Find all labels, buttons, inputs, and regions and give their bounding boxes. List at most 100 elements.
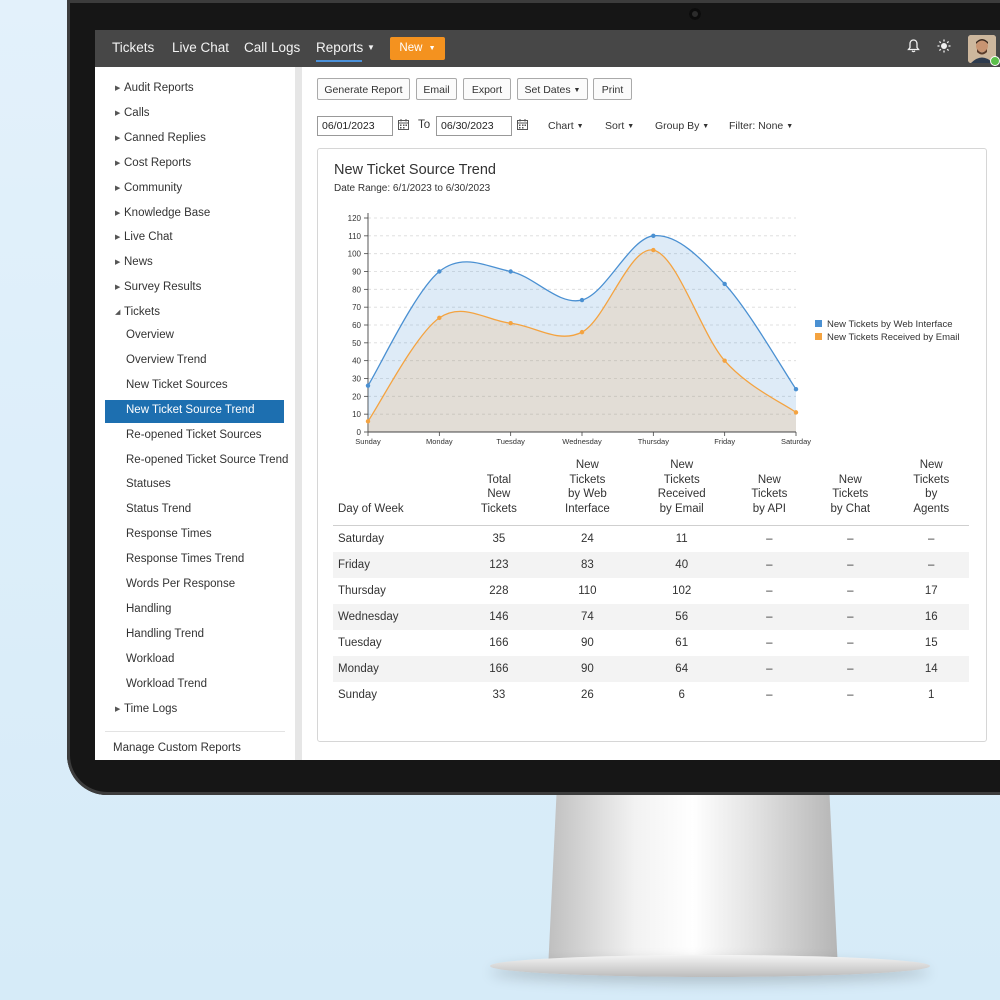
sidebar-group-survey-results[interactable]: ▶ Survey Results: [115, 281, 201, 293]
value-cell: 33: [492, 688, 506, 701]
filter-dropdown-label: Filter: None: [729, 120, 784, 132]
value-cell: 15: [924, 636, 938, 649]
group-by-dropdown[interactable]: Group By ▼: [655, 120, 709, 132]
column-header[interactable]: New Tickets by Agents: [893, 456, 969, 526]
to-label: To: [418, 119, 431, 131]
data-point: [437, 315, 442, 321]
sidebar-scrollbar[interactable]: [295, 67, 302, 760]
column-header[interactable]: New Tickets by Chat: [807, 456, 894, 526]
sun-icon[interactable]: [937, 39, 951, 57]
value-cell: 166: [489, 636, 509, 649]
report-table: Day of Week Total New Tickets New Ticket…: [333, 456, 969, 708]
calendar-icon[interactable]: [517, 119, 528, 133]
legend-label: New Tickets Received by Email: [827, 332, 960, 343]
column-header[interactable]: New Tickets Received by Email: [631, 456, 732, 526]
sidebar-item-response-times[interactable]: Response Times: [126, 528, 212, 540]
x-tick-label: Tuesday: [496, 437, 525, 446]
sidebar-group-cost-reports[interactable]: ▶ Cost Reports: [115, 157, 191, 169]
sidebar-item-response-times-trend[interactable]: Response Times Trend: [126, 553, 244, 565]
sidebar-group-time-logs[interactable]: ▶ Time Logs: [115, 703, 177, 715]
triangle-right-icon: ▶: [115, 284, 121, 292]
day-cell: Saturday: [338, 532, 385, 545]
data-point: [579, 329, 585, 335]
header-text: New Tickets by Chat: [830, 473, 871, 516]
value-cell: 11: [675, 532, 688, 545]
new-button[interactable]: New ▼: [390, 37, 445, 60]
triangle-right-icon: ▶: [115, 209, 121, 217]
value-cell: –: [847, 688, 854, 701]
y-tick-label: 80: [352, 285, 361, 294]
sidebar-item-handling[interactable]: Handling: [126, 603, 171, 615]
email-button[interactable]: Email: [416, 78, 457, 100]
sidebar-group-live-chat[interactable]: ▶ Live Chat: [115, 231, 173, 243]
sidebar-item-new-ticket-source-trend[interactable]: New Ticket Source Trend: [126, 404, 254, 416]
data-point: [365, 383, 371, 388]
triangle-right-icon: ▶: [115, 159, 121, 167]
data-point: [437, 269, 442, 274]
y-tick-label: 110: [348, 232, 361, 241]
print-button[interactable]: Print: [593, 78, 632, 100]
sidebar-item-words-per-response[interactable]: Words Per Response: [126, 578, 235, 590]
sidebar-item-status-trend[interactable]: Status Trend: [126, 503, 191, 515]
y-tick-label: 120: [348, 214, 362, 223]
value-cell: –: [847, 584, 854, 597]
set-dates-button[interactable]: Set Dates ▼: [517, 78, 588, 100]
triangle-right-icon: ▶: [115, 134, 121, 142]
bell-icon[interactable]: [907, 39, 920, 57]
from-date-input[interactable]: [317, 116, 393, 136]
column-header[interactable]: New Tickets by API: [731, 456, 808, 526]
value-cell: 1: [928, 688, 935, 701]
export-button[interactable]: Export: [463, 78, 511, 100]
sidebar-group-canned-replies[interactable]: ▶ Canned Replies: [115, 132, 206, 144]
triangle-right-icon: ▶: [115, 706, 121, 713]
value-cell: 228: [489, 584, 509, 597]
nav-tickets[interactable]: Tickets: [112, 40, 154, 55]
nav-reports[interactable]: Reports ▼: [316, 40, 375, 55]
top-nav: Tickets Live Chat Call Logs Reports ▼ Ne…: [95, 30, 1000, 67]
sort-dropdown[interactable]: Sort ▼: [605, 120, 634, 132]
sidebar-item-statuses[interactable]: Statuses: [126, 478, 171, 490]
sidebar-item-workload[interactable]: Workload: [126, 653, 174, 665]
sidebar-group-knowledge-base[interactable]: ▶ Knowledge Base: [115, 207, 210, 219]
chart-dropdown[interactable]: Chart ▼: [548, 120, 584, 132]
sidebar-item-handling-trend[interactable]: Handling Trend: [126, 628, 204, 640]
day-cell: Thursday: [338, 584, 386, 597]
y-tick-label: 10: [352, 410, 361, 419]
generate-report-button[interactable]: Generate Report: [317, 78, 410, 100]
legend-item-email[interactable]: New Tickets Received by Email: [815, 332, 960, 345]
to-date-input[interactable]: [436, 116, 512, 136]
manage-custom-reports-link[interactable]: Manage Custom Reports: [113, 742, 241, 754]
table-row: Saturday 35 24 11 – – –: [333, 525, 969, 552]
caret-down-icon: ▼: [786, 123, 794, 130]
sidebar-item-new-ticket-sources[interactable]: New Ticket Sources: [126, 379, 228, 391]
triangle-right-icon: ▶: [115, 109, 121, 117]
sidebar-item-overview[interactable]: Overview: [126, 329, 174, 341]
legend-item-web[interactable]: New Tickets by Web Interface: [815, 319, 960, 332]
sidebar-item-re-opened-ticket-sources[interactable]: Re-opened Ticket Sources: [126, 429, 262, 441]
sidebar-group-community[interactable]: ▶ Community: [115, 182, 182, 194]
caret-down-icon: ▼: [428, 45, 436, 52]
value-cell: –: [847, 636, 854, 649]
value-cell: –: [807, 655, 894, 682]
column-header[interactable]: Total New Tickets: [454, 456, 543, 526]
data-point: [651, 247, 656, 253]
x-tick-label: Sunday: [355, 437, 381, 446]
nav-live-chat[interactable]: Live Chat: [172, 40, 229, 55]
data-point: [365, 419, 371, 424]
caret-down-icon: ▼: [702, 123, 710, 130]
filter-dropdown[interactable]: Filter: None ▼: [729, 120, 793, 132]
sidebar-group-tickets[interactable]: ◢ Tickets: [115, 306, 160, 318]
app-screen: Tickets Live Chat Call Logs Reports ▼ Ne…: [95, 30, 1000, 760]
table-row: Wednesday 146 74 56– –16: [333, 603, 969, 630]
sidebar-item-overview-trend[interactable]: Overview Trend: [126, 354, 207, 366]
sidebar-item-workload-trend[interactable]: Workload Trend: [126, 678, 207, 690]
column-header[interactable]: Day of Week: [333, 456, 455, 526]
nav-call-logs[interactable]: Call Logs: [244, 40, 300, 55]
column-header[interactable]: New Tickets by Web Interface: [543, 456, 632, 526]
sidebar-item-re-opened-ticket-source-trend[interactable]: Re-opened Ticket Source Trend: [126, 454, 288, 466]
value-cell: 166: [454, 655, 543, 682]
calendar-icon[interactable]: [398, 119, 409, 133]
sidebar-group-news[interactable]: ▶ News: [115, 256, 153, 268]
sidebar-group-calls[interactable]: ▶ Calls: [115, 107, 150, 119]
sidebar-group-audit-reports[interactable]: ▶ Audit Reports: [115, 82, 194, 94]
